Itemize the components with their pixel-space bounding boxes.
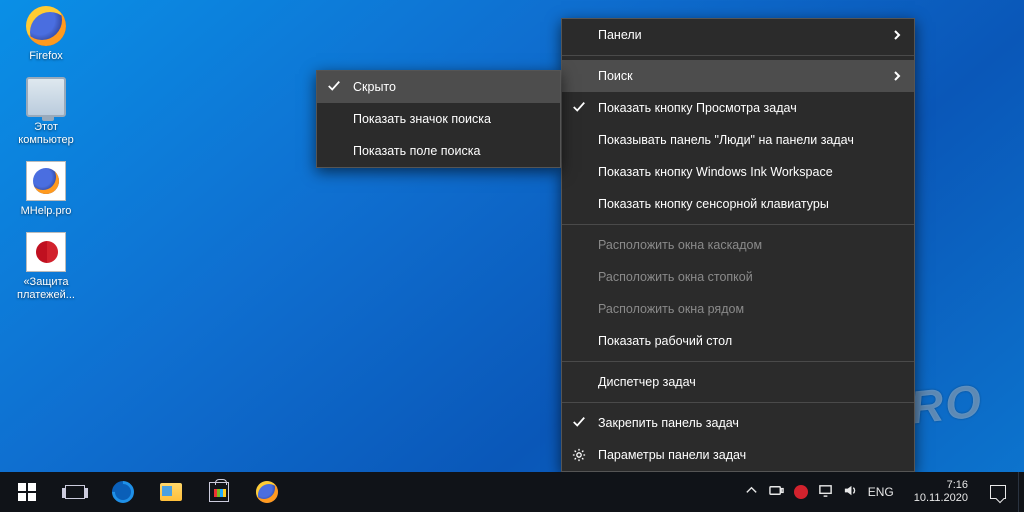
- check-icon: [327, 79, 341, 96]
- menu-item-label: Параметры панели задач: [598, 448, 746, 462]
- taskbar-app-firefox[interactable]: [244, 472, 290, 512]
- icon-label: Этот компьютер: [8, 121, 84, 147]
- file-explorer-icon: [160, 483, 182, 501]
- mhelp-icon: [26, 161, 66, 201]
- taskbar-context-menu: Панели Поиск Показать кнопку Просмотра зад…: [561, 18, 915, 472]
- menu-item-label: Показывать панель "Люди" на панели задач: [598, 133, 854, 147]
- icon-label: MHelp.pro: [8, 205, 84, 218]
- shield-icon: [26, 232, 66, 272]
- search-submenu: Скрыто Показать значок поиска Показать пол…: [316, 70, 561, 168]
- menu-item-taskbar-settings[interactable]: Параметры панели задач: [562, 439, 914, 471]
- desktop-icon-pay-protect[interactable]: «Защита платежей...: [8, 232, 84, 302]
- menu-item-task-manager[interactable]: Диспетчер задач: [562, 366, 914, 398]
- taskbar-app-store[interactable]: [196, 472, 242, 512]
- submenu-item-show-search-icon[interactable]: Показать значок поиска: [317, 103, 560, 135]
- submenu-item-hidden[interactable]: Скрыто: [317, 71, 560, 103]
- windows-logo-icon: [18, 483, 36, 501]
- microsoft-store-icon: [209, 482, 229, 502]
- action-center-button[interactable]: [978, 472, 1018, 512]
- menu-item-label: Скрыто: [353, 80, 396, 94]
- tray-battery-icon[interactable]: [769, 483, 784, 501]
- desktop-icon-this-pc[interactable]: Этот компьютер: [8, 77, 84, 147]
- desktop-icons: Firefox Этот компьютер MHelp.pro «Защита…: [8, 6, 98, 316]
- menu-item-cascade: Расположить окна каскадом: [562, 229, 914, 261]
- tray-language[interactable]: ENG: [868, 485, 894, 499]
- menu-item-label: Расположить окна каскадом: [598, 238, 762, 252]
- edge-icon: [107, 476, 138, 507]
- menu-item-label: Показать кнопку Просмотра задач: [598, 101, 797, 115]
- task-view-icon: [65, 485, 85, 499]
- menu-item-show-people[interactable]: Показывать панель "Люди" на панели задач: [562, 124, 914, 156]
- check-icon: [572, 100, 586, 117]
- chevron-right-icon: [892, 70, 902, 84]
- menu-item-show-taskview[interactable]: Показать кнопку Просмотра задач: [562, 92, 914, 124]
- desktop-icon-mhelp[interactable]: MHelp.pro: [8, 161, 84, 218]
- notification-icon: [990, 485, 1006, 499]
- system-tray[interactable]: ENG: [734, 483, 904, 501]
- taskbar-left: [0, 472, 290, 512]
- menu-item-stacked: Расположить окна стопкой: [562, 261, 914, 293]
- menu-separator: [562, 402, 914, 403]
- clock-time: 7:16: [914, 479, 968, 492]
- menu-item-label: Показать значок поиска: [353, 112, 491, 126]
- menu-item-label: Панели: [598, 28, 642, 42]
- menu-item-search[interactable]: Поиск: [562, 60, 914, 92]
- menu-item-label: Показать кнопку Windows Ink Workspace: [598, 165, 833, 179]
- show-desktop-button[interactable]: [1018, 472, 1024, 512]
- desktop[interactable]: Firefox Этот компьютер MHelp.pro «Защита…: [0, 0, 1024, 512]
- computer-icon: [26, 77, 66, 117]
- menu-item-show-desktop[interactable]: Показать рабочий стол: [562, 325, 914, 357]
- icon-label: Firefox: [8, 50, 84, 63]
- submenu-item-show-search-box[interactable]: Показать поле поиска: [317, 135, 560, 167]
- chevron-right-icon: [892, 29, 902, 43]
- menu-item-label: Показать поле поиска: [353, 144, 480, 158]
- tray-network-icon[interactable]: [818, 483, 833, 501]
- menu-item-label: Поиск: [598, 69, 633, 83]
- taskbar-app-explorer[interactable]: [148, 472, 194, 512]
- tray-chevron-up-icon[interactable]: [744, 483, 759, 501]
- firefox-icon: [256, 481, 278, 503]
- tray-volume-icon[interactable]: [843, 483, 858, 501]
- start-button[interactable]: [4, 472, 50, 512]
- gear-icon: [572, 448, 586, 465]
- firefox-icon: [26, 6, 66, 46]
- menu-item-show-ink[interactable]: Показать кнопку Windows Ink Workspace: [562, 156, 914, 188]
- menu-separator: [562, 224, 914, 225]
- desktop-icon-firefox[interactable]: Firefox: [8, 6, 84, 63]
- menu-item-label: Расположить окна рядом: [598, 302, 744, 316]
- menu-item-label: Расположить окна стопкой: [598, 270, 753, 284]
- menu-separator: [562, 361, 914, 362]
- taskbar-app-edge[interactable]: [100, 472, 146, 512]
- menu-item-lock-taskbar[interactable]: Закрепить панель задач: [562, 407, 914, 439]
- menu-item-sidebyside: Расположить окна рядом: [562, 293, 914, 325]
- menu-item-label: Показать рабочий стол: [598, 334, 732, 348]
- task-view-button[interactable]: [52, 472, 98, 512]
- taskbar-right: ENG 7:16 10.11.2020: [734, 472, 1024, 512]
- check-icon: [572, 415, 586, 432]
- menu-item-label: Показать кнопку сенсорной клавиатуры: [598, 197, 829, 211]
- menu-item-label: Закрепить панель задач: [598, 416, 739, 430]
- menu-item-show-touchkb[interactable]: Показать кнопку сенсорной клавиатуры: [562, 188, 914, 220]
- tray-trend-icon[interactable]: [794, 485, 808, 499]
- taskbar[interactable]: ENG 7:16 10.11.2020: [0, 472, 1024, 512]
- menu-item-label: Диспетчер задач: [598, 375, 696, 389]
- taskbar-clock[interactable]: 7:16 10.11.2020: [904, 479, 978, 505]
- menu-item-toolbars[interactable]: Панели: [562, 19, 914, 51]
- clock-date: 10.11.2020: [914, 492, 968, 505]
- icon-label: «Защита платежей...: [8, 276, 84, 302]
- menu-separator: [562, 55, 914, 56]
